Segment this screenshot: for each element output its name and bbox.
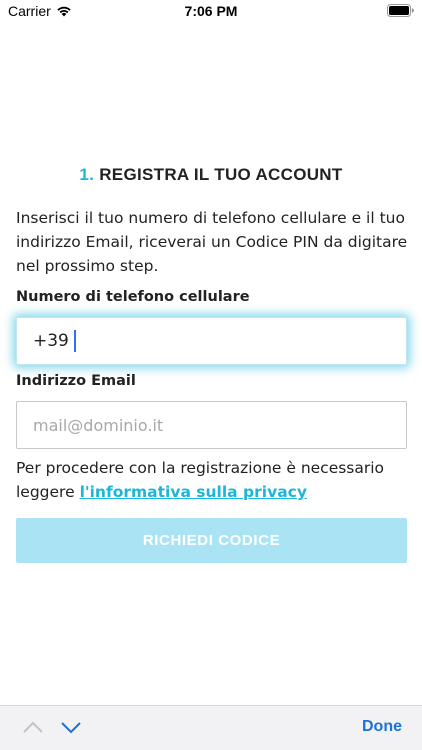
phone-value: +39 xyxy=(33,331,69,351)
email-label: Indirizzo Email xyxy=(16,373,136,389)
email-field[interactable]: mail@dominio.it xyxy=(16,401,407,449)
step-number: 1. xyxy=(79,165,95,184)
step-title: REGISTRA IL TUO ACCOUNT xyxy=(99,165,343,184)
done-button[interactable]: Done xyxy=(362,718,402,736)
intro-text: Inserisci il tuo numero di telefono cell… xyxy=(16,209,408,275)
page-title: 1. REGISTRA IL TUO ACCOUNT xyxy=(0,165,422,185)
status-bar: Carrier 7:06 PM xyxy=(0,0,422,22)
request-code-button[interactable]: RICHIEDI CODICE xyxy=(16,518,407,563)
phone-field[interactable]: +39 xyxy=(16,317,407,365)
battery-icon xyxy=(387,4,414,17)
chevron-up-icon[interactable] xyxy=(22,719,44,735)
privacy-notice: Per procedere con la registrazione è nec… xyxy=(16,456,408,504)
text-cursor xyxy=(73,330,76,352)
status-time: 7:06 PM xyxy=(184,3,238,19)
privacy-link[interactable]: l'informativa sulla privacy xyxy=(80,483,307,501)
chevron-down-icon[interactable] xyxy=(60,719,82,735)
email-placeholder: mail@dominio.it xyxy=(33,415,164,435)
phone-label: Numero di telefono cellulare xyxy=(16,289,250,305)
keyboard-toolbar: Done xyxy=(0,705,422,750)
